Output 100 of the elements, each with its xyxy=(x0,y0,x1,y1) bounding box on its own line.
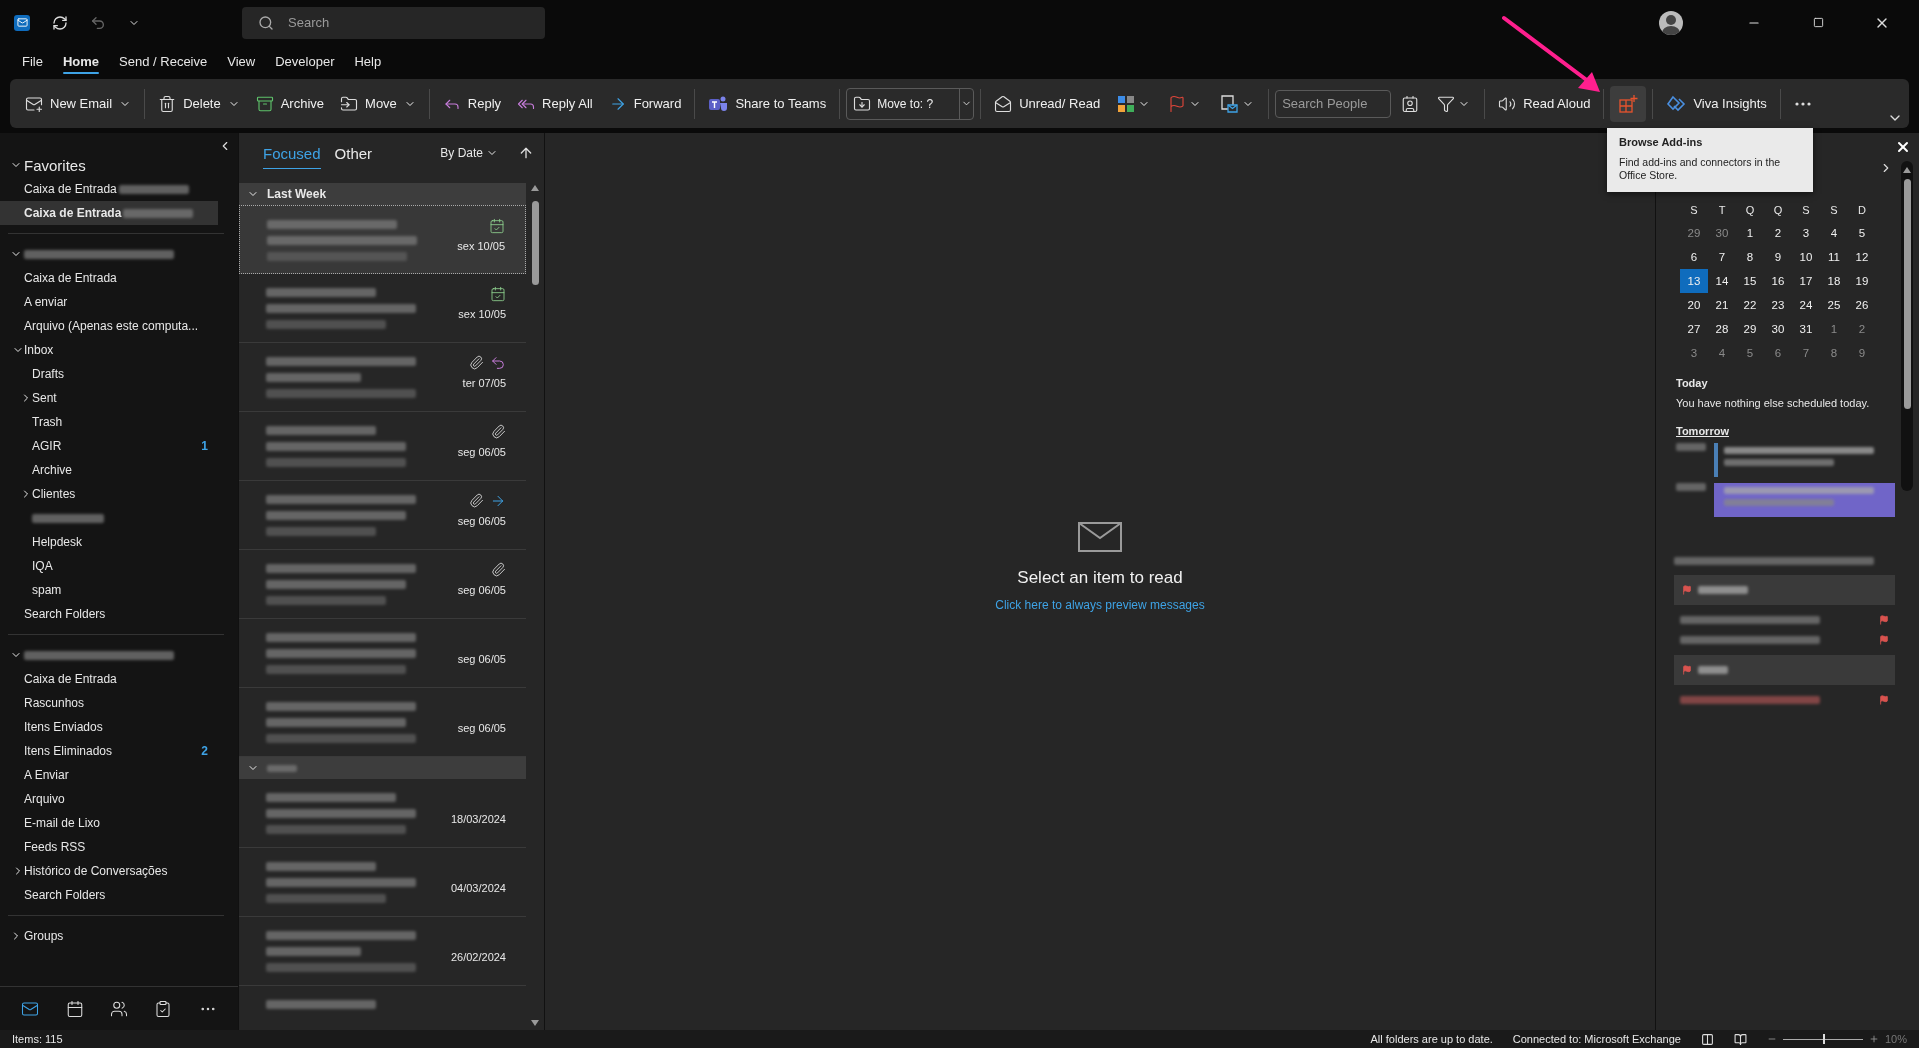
ribbon-button[interactable]: Reply xyxy=(435,85,509,122)
calendar-day[interactable]: 27 xyxy=(1680,317,1708,341)
calendar-day[interactable]: 5 xyxy=(1848,221,1876,245)
ribbon-button[interactable]: Share to Teams xyxy=(701,85,834,122)
folder-item[interactable]: Archive xyxy=(0,458,238,482)
folder-item[interactable]: Arquivo (Apenas este computa... xyxy=(0,314,238,338)
menu-tab[interactable]: Developer xyxy=(275,49,335,73)
folder-item[interactable]: Histórico de Conversações xyxy=(0,859,238,883)
ribbon-button[interactable]: Viva Insights xyxy=(1659,85,1774,122)
message-row[interactable]: seg 06/05 xyxy=(239,688,526,757)
calendar-day[interactable]: 4 xyxy=(1708,341,1736,365)
calendar-day[interactable]: 12 xyxy=(1848,245,1876,269)
menu-tab[interactable]: File xyxy=(22,49,43,73)
calendar-day[interactable]: 15 xyxy=(1736,269,1764,293)
calendar-day[interactable]: 7 xyxy=(1708,245,1736,269)
menu-tab[interactable]: Send / Receive xyxy=(119,49,208,73)
calendar-day[interactable]: 20 xyxy=(1680,293,1708,317)
calendar-day[interactable]: 29 xyxy=(1736,317,1764,341)
calendar-day[interactable]: 30 xyxy=(1708,221,1736,245)
calendar-day[interactable]: 3 xyxy=(1680,341,1708,365)
calendar-day[interactable]: 19 xyxy=(1848,269,1876,293)
folder-section-header[interactable]: Favorites xyxy=(0,153,238,177)
calendar-day[interactable]: 3 xyxy=(1792,221,1820,245)
message-row[interactable]: seg 06/05 xyxy=(239,412,526,481)
calendar-day[interactable]: 1 xyxy=(1820,317,1848,341)
ribbon-button[interactable]: New Email xyxy=(18,85,139,122)
calendar-day[interactable]: 2 xyxy=(1764,221,1792,245)
message-row[interactable]: seg 06/05 xyxy=(239,481,526,550)
calendar-day[interactable]: 28 xyxy=(1708,317,1736,341)
folder-item[interactable]: spam xyxy=(0,578,238,602)
calendar-day[interactable]: 6 xyxy=(1680,245,1708,269)
calendar-day[interactable]: 1 xyxy=(1736,221,1764,245)
calendar-day[interactable]: 8 xyxy=(1736,245,1764,269)
ribbon-button[interactable]: Delete xyxy=(151,85,247,122)
calendar-day[interactable]: 6 xyxy=(1764,341,1792,365)
folder-section-header[interactable]: Groups xyxy=(0,924,238,948)
ribbon-button[interactable]: Forward xyxy=(601,85,689,122)
calendar-day[interactable]: 26 xyxy=(1848,293,1876,317)
sort-button[interactable]: By Date xyxy=(434,145,504,161)
calendar-day[interactable]: 17 xyxy=(1792,269,1820,293)
calendar-day[interactable]: 22 xyxy=(1736,293,1764,317)
calendar-day[interactable]: 7 xyxy=(1792,341,1820,365)
quick-step-button[interactable]: Move to: ? xyxy=(847,88,960,119)
calendar-day[interactable]: 21 xyxy=(1708,293,1736,317)
calendar-day[interactable]: 14 xyxy=(1708,269,1736,293)
ribbon-button[interactable]: Reply All xyxy=(510,85,600,122)
folder-item[interactable]: Feeds RSS xyxy=(0,835,238,859)
group-header[interactable]: Last Week xyxy=(239,183,526,205)
move-to-combo[interactable]: Move to: ? xyxy=(846,87,975,120)
calendar-day[interactable]: 16 xyxy=(1764,269,1792,293)
folder-item[interactable]: Caixa de Entrada xyxy=(0,266,238,290)
calendar-day[interactable]: 2 xyxy=(1848,317,1876,341)
message-row[interactable]: seg 06/05 xyxy=(239,550,526,619)
message-row[interactable]: 04/03/2024 xyxy=(239,848,526,917)
calendar-day[interactable]: 10 xyxy=(1792,245,1820,269)
calendar-day[interactable]: 11 xyxy=(1820,245,1848,269)
ribbon-button[interactable]: Archive xyxy=(248,85,332,122)
calendar-day[interactable]: 5 xyxy=(1736,341,1764,365)
message-row[interactable]: 18/03/2024 xyxy=(239,779,526,848)
calendar-day[interactable]: 18 xyxy=(1820,269,1848,293)
ribbon-button[interactable]: Unread/ Read xyxy=(987,85,1108,122)
ribbon-button[interactable]: Read Aloud xyxy=(1491,85,1598,122)
folder-item[interactable]: Arquivo xyxy=(0,787,238,811)
folder-item[interactable]: Rascunhos xyxy=(0,691,238,715)
folder-item[interactable]: Clientes xyxy=(0,482,238,506)
calendar-day[interactable]: 23 xyxy=(1764,293,1792,317)
folder-item[interactable]: E-mail de Lixo xyxy=(0,811,238,835)
folder-item[interactable]: A Enviar xyxy=(0,763,238,787)
folder-item[interactable]: AGIR 1 xyxy=(0,434,238,458)
calendar-day[interactable]: 25 xyxy=(1820,293,1848,317)
message-row[interactable]: seg 06/05 xyxy=(239,619,526,688)
calendar-day[interactable]: 4 xyxy=(1820,221,1848,245)
folder-item[interactable]: Itens Enviados xyxy=(0,715,238,739)
folder-item[interactable]: Search Folders xyxy=(0,883,238,907)
calendar-day[interactable]: 8 xyxy=(1820,341,1848,365)
menu-tab[interactable]: Help xyxy=(354,49,382,73)
search-people-field[interactable]: Search People xyxy=(1275,89,1392,118)
menu-tab[interactable]: View xyxy=(227,49,256,73)
list-tab[interactable]: Other xyxy=(334,141,373,165)
ribbon-button[interactable]: Move xyxy=(333,85,423,122)
folder-item[interactable]: Helpdesk xyxy=(0,530,238,554)
folder-item[interactable]: Inbox xyxy=(0,338,238,362)
message-row[interactable]: sex 10/05 xyxy=(239,205,526,274)
message-row[interactable]: sex 10/05 xyxy=(239,274,526,343)
calendar-day[interactable]: 30 xyxy=(1764,317,1792,341)
folder-item[interactable]: A enviar xyxy=(0,290,238,314)
folder-item[interactable]: Search Folders xyxy=(0,602,238,626)
folder-item[interactable]: IQA xyxy=(0,554,238,578)
calendar-day[interactable]: 29 xyxy=(1680,221,1708,245)
message-row[interactable]: 26/02/2024 xyxy=(239,917,526,986)
preview-link[interactable]: Click here to always preview messages xyxy=(995,597,1205,612)
menu-tab[interactable]: Home xyxy=(62,49,100,73)
folder-item[interactable]: Itens Eliminados 2 xyxy=(0,739,238,763)
folder-item[interactable]: Caixa de Entrada xyxy=(0,667,238,691)
folder-item[interactable]: Trash xyxy=(0,410,238,434)
calendar-day[interactable]: 9 xyxy=(1764,245,1792,269)
folder-item[interactable]: Drafts xyxy=(0,362,238,386)
calendar-day[interactable]: 31 xyxy=(1792,317,1820,341)
calendar-day[interactable]: 13 xyxy=(1680,269,1708,293)
calendar-day[interactable]: 24 xyxy=(1792,293,1820,317)
